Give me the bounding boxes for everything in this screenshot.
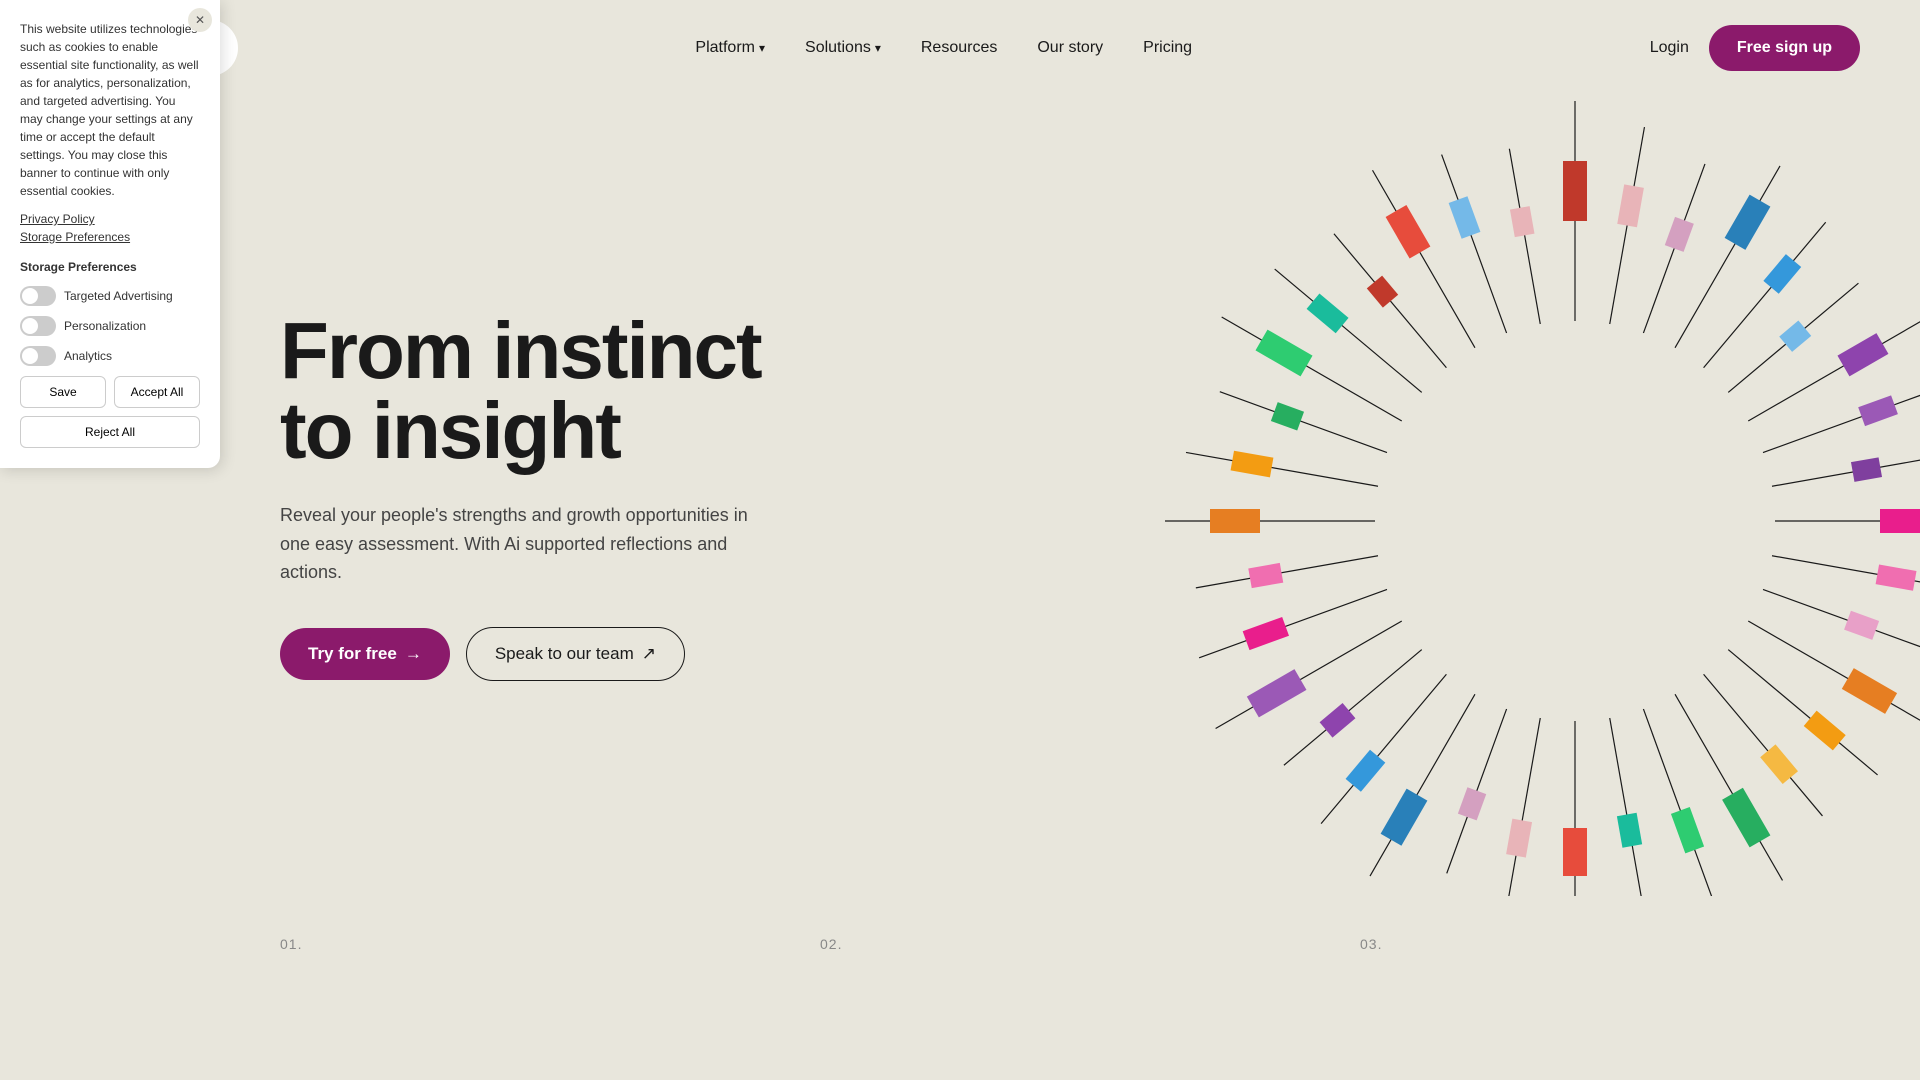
hero-buttons: Try for free → Speak to our team ↗ bbox=[280, 627, 880, 681]
targeted-advertising-toggle-row: Targeted Advertising bbox=[20, 286, 200, 306]
cookie-banner: ✕ This website utilizes technologies suc… bbox=[0, 0, 220, 468]
cookie-banner-text: This website utilizes technologies such … bbox=[20, 20, 200, 200]
privacy-policy-link[interactable]: Privacy Policy bbox=[20, 212, 200, 226]
external-link-icon: ↗ bbox=[642, 644, 656, 664]
analytics-label: Analytics bbox=[64, 349, 112, 363]
save-button[interactable]: Save bbox=[20, 376, 106, 408]
cookie-close-button[interactable]: ✕ bbox=[188, 8, 212, 32]
targeted-advertising-toggle[interactable] bbox=[20, 286, 56, 306]
nav-actions: Login Free sign up bbox=[1650, 25, 1860, 71]
reject-all-button[interactable]: Reject All bbox=[20, 416, 200, 448]
radial-chart bbox=[1150, 96, 1920, 896]
nav-solutions[interactable]: Solutions bbox=[805, 39, 881, 57]
targeted-advertising-label: Targeted Advertising bbox=[64, 289, 173, 303]
nav-our-story[interactable]: Our story bbox=[1037, 39, 1103, 57]
storage-preferences-link[interactable]: Storage Preferences bbox=[20, 230, 200, 244]
navigation: entelechy Platform Solutions Resources O… bbox=[0, 0, 1920, 96]
personalization-toggle[interactable] bbox=[20, 316, 56, 336]
bottom-item-2: 02. bbox=[820, 936, 1320, 952]
hero-subtitle: Reveal your people's strengths and growt… bbox=[280, 501, 760, 587]
analytics-toggle[interactable] bbox=[20, 346, 56, 366]
nav-pricing[interactable]: Pricing bbox=[1143, 39, 1192, 57]
nav-platform[interactable]: Platform bbox=[695, 39, 765, 57]
personalization-toggle-row: Personalization bbox=[20, 316, 200, 336]
bottom-item-number-1: 01. bbox=[280, 936, 780, 952]
arrow-right-icon: → bbox=[405, 644, 422, 664]
bottom-item-number-3: 03. bbox=[1360, 936, 1860, 952]
bottom-item-1: 01. bbox=[280, 936, 780, 952]
storage-preferences-title: Storage Preferences bbox=[20, 260, 200, 274]
bottom-item-3: 03. bbox=[1360, 936, 1860, 952]
try-free-button[interactable]: Try for free → bbox=[280, 628, 450, 680]
bottom-preview: 01. 02. 03. bbox=[0, 896, 1920, 952]
nav-resources[interactable]: Resources bbox=[921, 39, 997, 57]
free-signup-button[interactable]: Free sign up bbox=[1709, 25, 1860, 71]
personalization-label: Personalization bbox=[64, 319, 146, 333]
hero-section: THE LEADER'S From instinct to insight Re… bbox=[0, 96, 1920, 896]
nav-links: Platform Solutions Resources Our story P… bbox=[695, 39, 1192, 57]
bottom-item-number-2: 02. bbox=[820, 936, 1320, 952]
radial-chart-svg bbox=[1150, 96, 1920, 896]
hero-title: From instinct to insight bbox=[280, 311, 880, 471]
accept-all-button[interactable]: Accept All bbox=[114, 376, 200, 408]
analytics-toggle-row: Analytics bbox=[20, 346, 200, 366]
login-button[interactable]: Login bbox=[1650, 39, 1689, 57]
hero-content: From instinct to insight Reveal your peo… bbox=[280, 311, 880, 681]
speak-to-team-button[interactable]: Speak to our team ↗ bbox=[466, 627, 685, 681]
